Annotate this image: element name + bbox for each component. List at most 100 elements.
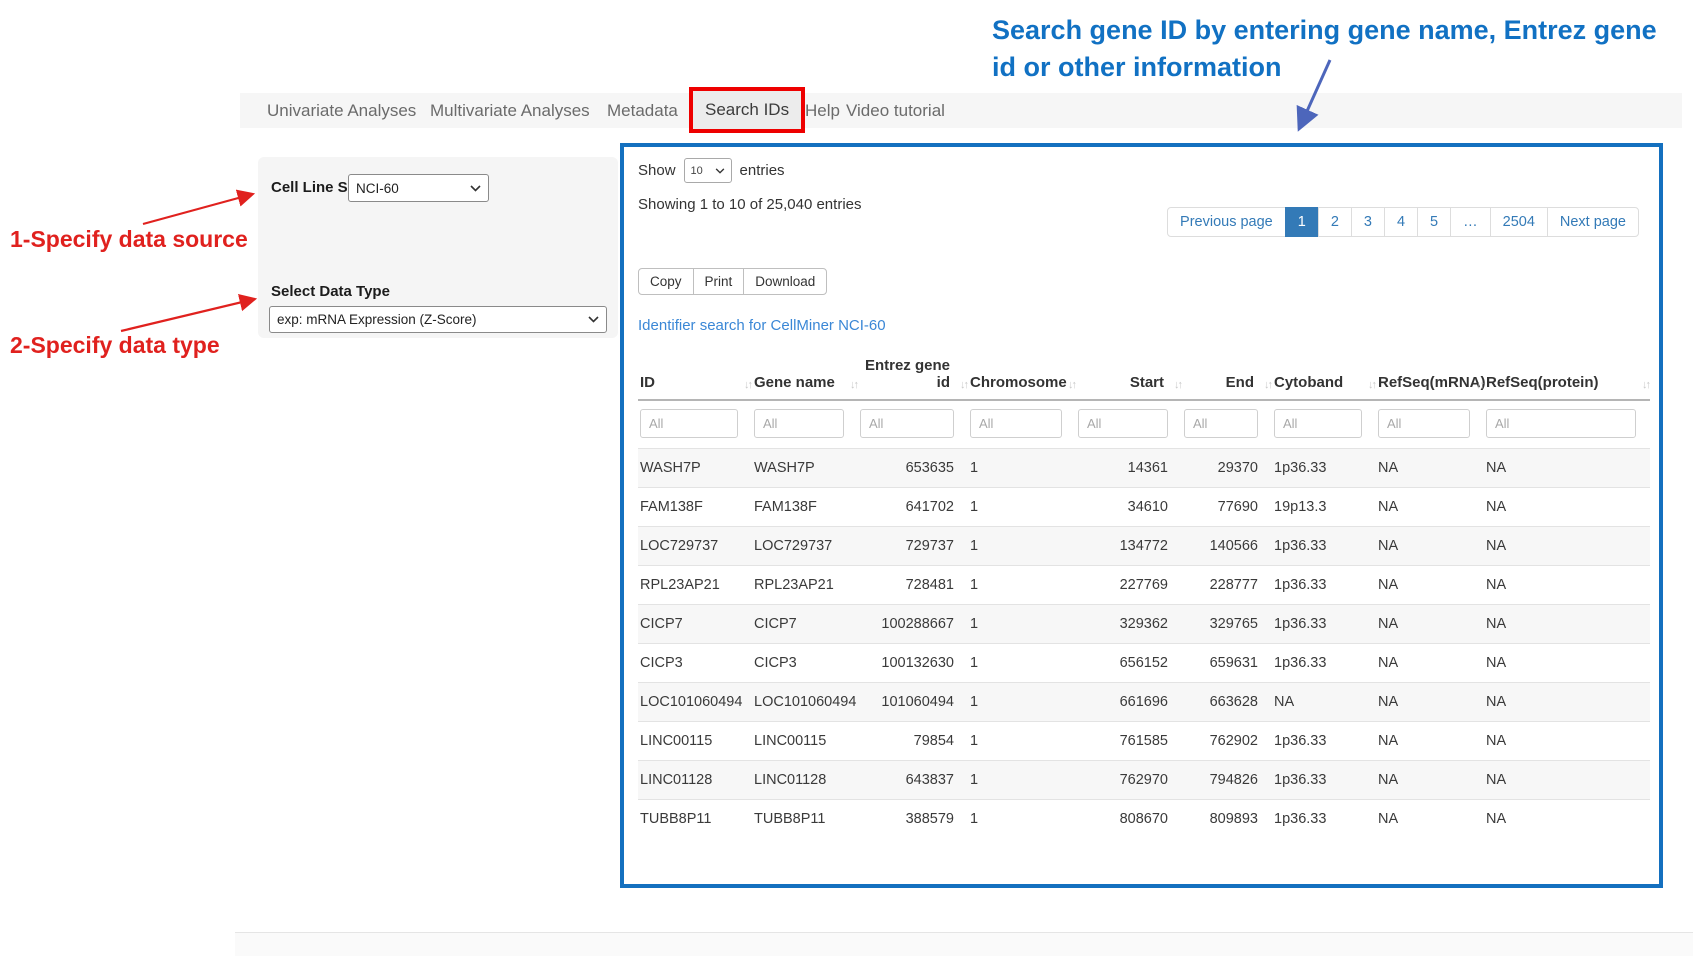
page-length-select[interactable]: 10 xyxy=(684,158,732,183)
showing-entries-status: Showing 1 to 10 of 25,040 entries xyxy=(638,196,862,213)
table-row[interactable]: CICP7CICP7100288667 1329362329765 1p36.3… xyxy=(638,605,1650,644)
table-row[interactable]: CICP3CICP3100132630 1656152659631 1p36.3… xyxy=(638,644,1650,683)
column-header-refseq-protein[interactable]: RefSeq(protein) ↓↑ xyxy=(1484,353,1650,400)
copy-button[interactable]: Copy xyxy=(638,268,694,295)
column-header-end[interactable]: End ↓↑ xyxy=(1182,353,1272,400)
search-annotation: Search gene ID by entering gene name, En… xyxy=(992,12,1672,86)
cell: 1 xyxy=(968,683,1076,722)
cell: TUBB8P11 xyxy=(638,800,752,839)
cell: CICP3 xyxy=(752,644,858,683)
cell: 762970 xyxy=(1076,761,1182,800)
cell: 101060494 xyxy=(858,683,968,722)
cell: 29370 xyxy=(1182,449,1272,488)
filter-input-refseq-protein[interactable] xyxy=(1486,409,1636,438)
cell: TUBB8P11 xyxy=(752,800,858,839)
filter-input-end[interactable] xyxy=(1184,409,1258,438)
cell: 329765 xyxy=(1182,605,1272,644)
data-source-panel: Cell Line Set NCI-60 Select Data Type ex… xyxy=(258,157,618,338)
cell: LINC00115 xyxy=(638,722,752,761)
column-header-refseq-mrna[interactable]: RefSeq(mRNA) ↓↑ xyxy=(1376,353,1484,400)
sort-icon[interactable]: ↓↑ xyxy=(850,379,857,391)
cell: 729737 xyxy=(858,527,968,566)
cell: NA xyxy=(1376,644,1484,683)
cell: 656152 xyxy=(1076,644,1182,683)
navbar: Univariate Analyses Multivariate Analyse… xyxy=(240,93,1682,128)
print-button[interactable]: Print xyxy=(693,268,745,295)
sort-icon[interactable]: ↓↑ xyxy=(1642,379,1649,391)
table-row[interactable]: LINC01128LINC01128643837 1762970794826 1… xyxy=(638,761,1650,800)
gene-table: ID ↓↑ Gene name ↓↑ Entrez gene id ↓↑ xyxy=(638,353,1650,838)
filter-input-refseq-mrna[interactable] xyxy=(1378,409,1470,438)
page-button-5[interactable]: 5 xyxy=(1417,207,1451,237)
page-button-2[interactable]: 2 xyxy=(1318,207,1352,237)
cell: LINC01128 xyxy=(638,761,752,800)
table-row[interactable]: FAM138FFAM138F641702 13461077690 19p13.3… xyxy=(638,488,1650,527)
cell: 794826 xyxy=(1182,761,1272,800)
tab-video-tutorial[interactable]: Video tutorial xyxy=(846,93,945,128)
cell: 77690 xyxy=(1182,488,1272,527)
previous-page-button[interactable]: Previous page xyxy=(1167,207,1286,237)
filter-input-entrez-gene-id[interactable] xyxy=(860,409,954,438)
filter-input-start[interactable] xyxy=(1078,409,1168,438)
cell: RPL23AP21 xyxy=(752,566,858,605)
filter-input-chromosome[interactable] xyxy=(970,409,1062,438)
cell: NA xyxy=(1272,683,1376,722)
page-button-4[interactable]: 4 xyxy=(1384,207,1418,237)
tab-multivariate-analyses[interactable]: Multivariate Analyses xyxy=(430,93,590,128)
page-ellipsis: … xyxy=(1450,207,1491,237)
cell: NA xyxy=(1484,605,1650,644)
table-row[interactable]: LINC00115LINC0011579854 1761585762902 1p… xyxy=(638,722,1650,761)
column-header-entrez-gene-id[interactable]: Entrez gene id ↓↑ xyxy=(858,353,968,400)
cell: NA xyxy=(1376,683,1484,722)
sort-icon[interactable]: ↓↑ xyxy=(960,379,967,391)
cell: CICP3 xyxy=(638,644,752,683)
cell: 1 xyxy=(968,761,1076,800)
cell: NA xyxy=(1484,527,1650,566)
cell: FAM138F xyxy=(638,488,752,527)
column-header-start[interactable]: Start ↓↑ xyxy=(1076,353,1182,400)
table-row[interactable]: TUBB8P11TUBB8P11388579 1808670809893 1p3… xyxy=(638,800,1650,839)
cell: NA xyxy=(1376,488,1484,527)
next-page-button[interactable]: Next page xyxy=(1547,207,1639,237)
page-button-2504[interactable]: 2504 xyxy=(1490,207,1548,237)
sort-icon[interactable]: ↓↑ xyxy=(744,379,751,391)
sort-icon[interactable]: ↓↑ xyxy=(1264,379,1271,391)
column-header-id[interactable]: ID ↓↑ xyxy=(638,353,752,400)
tab-search-ids[interactable]: Search IDs xyxy=(689,87,805,133)
download-button[interactable]: Download xyxy=(743,268,827,295)
tab-help[interactable]: Help xyxy=(805,93,840,128)
table-row[interactable]: LOC101060494LOC101060494101060494 166169… xyxy=(638,683,1650,722)
data-type-select[interactable]: exp: mRNA Expression (Z-Score) xyxy=(269,306,607,333)
cell-line-set-select[interactable]: NCI-60 xyxy=(348,174,489,202)
cell: 1 xyxy=(968,449,1076,488)
red-arrow-1 xyxy=(143,194,253,224)
column-header-cytoband[interactable]: Cytoband ↓↑ xyxy=(1272,353,1376,400)
pagination: Previous page 12345…2504Next page xyxy=(1167,207,1639,237)
sort-icon[interactable]: ↓↑ xyxy=(1174,379,1181,391)
table-row[interactable]: LOC729737LOC729737729737 1134772140566 1… xyxy=(638,527,1650,566)
filter-input-gene-name[interactable] xyxy=(754,409,844,438)
sort-icon[interactable]: ↓↑ xyxy=(1368,379,1375,391)
filter-input-cytoband[interactable] xyxy=(1274,409,1362,438)
sort-icon[interactable]: ↓↑ xyxy=(1068,379,1075,391)
filter-input-id[interactable] xyxy=(640,409,738,438)
cell: WASH7P xyxy=(752,449,858,488)
sort-icon[interactable]: ↓↑ xyxy=(1476,379,1483,391)
column-header-chromosome[interactable]: Chromosome ↓↑ xyxy=(968,353,1076,400)
cell: NA xyxy=(1484,800,1650,839)
page-button-3[interactable]: 3 xyxy=(1351,207,1385,237)
step1-annotation: 1-Specify data source xyxy=(10,226,248,253)
table-row[interactable]: WASH7PWASH7P653635 11436129370 1p36.33NA… xyxy=(638,449,1650,488)
cell: 1p36.33 xyxy=(1272,800,1376,839)
step2-annotation: 2-Specify data type xyxy=(10,332,220,359)
column-header-gene-name[interactable]: Gene name ↓↑ xyxy=(752,353,858,400)
table-row[interactable]: RPL23AP21RPL23AP21728481 1227769228777 1… xyxy=(638,566,1650,605)
identifier-search-link[interactable]: Identifier search for CellMiner NCI-60 xyxy=(638,317,886,334)
page-button-1[interactable]: 1 xyxy=(1285,207,1319,237)
tab-univariate-analyses[interactable]: Univariate Analyses xyxy=(267,93,416,128)
footer-strip xyxy=(235,933,1693,956)
cell: 329362 xyxy=(1076,605,1182,644)
cell: NA xyxy=(1484,449,1650,488)
tab-metadata[interactable]: Metadata xyxy=(607,93,678,128)
cell: LINC01128 xyxy=(752,761,858,800)
